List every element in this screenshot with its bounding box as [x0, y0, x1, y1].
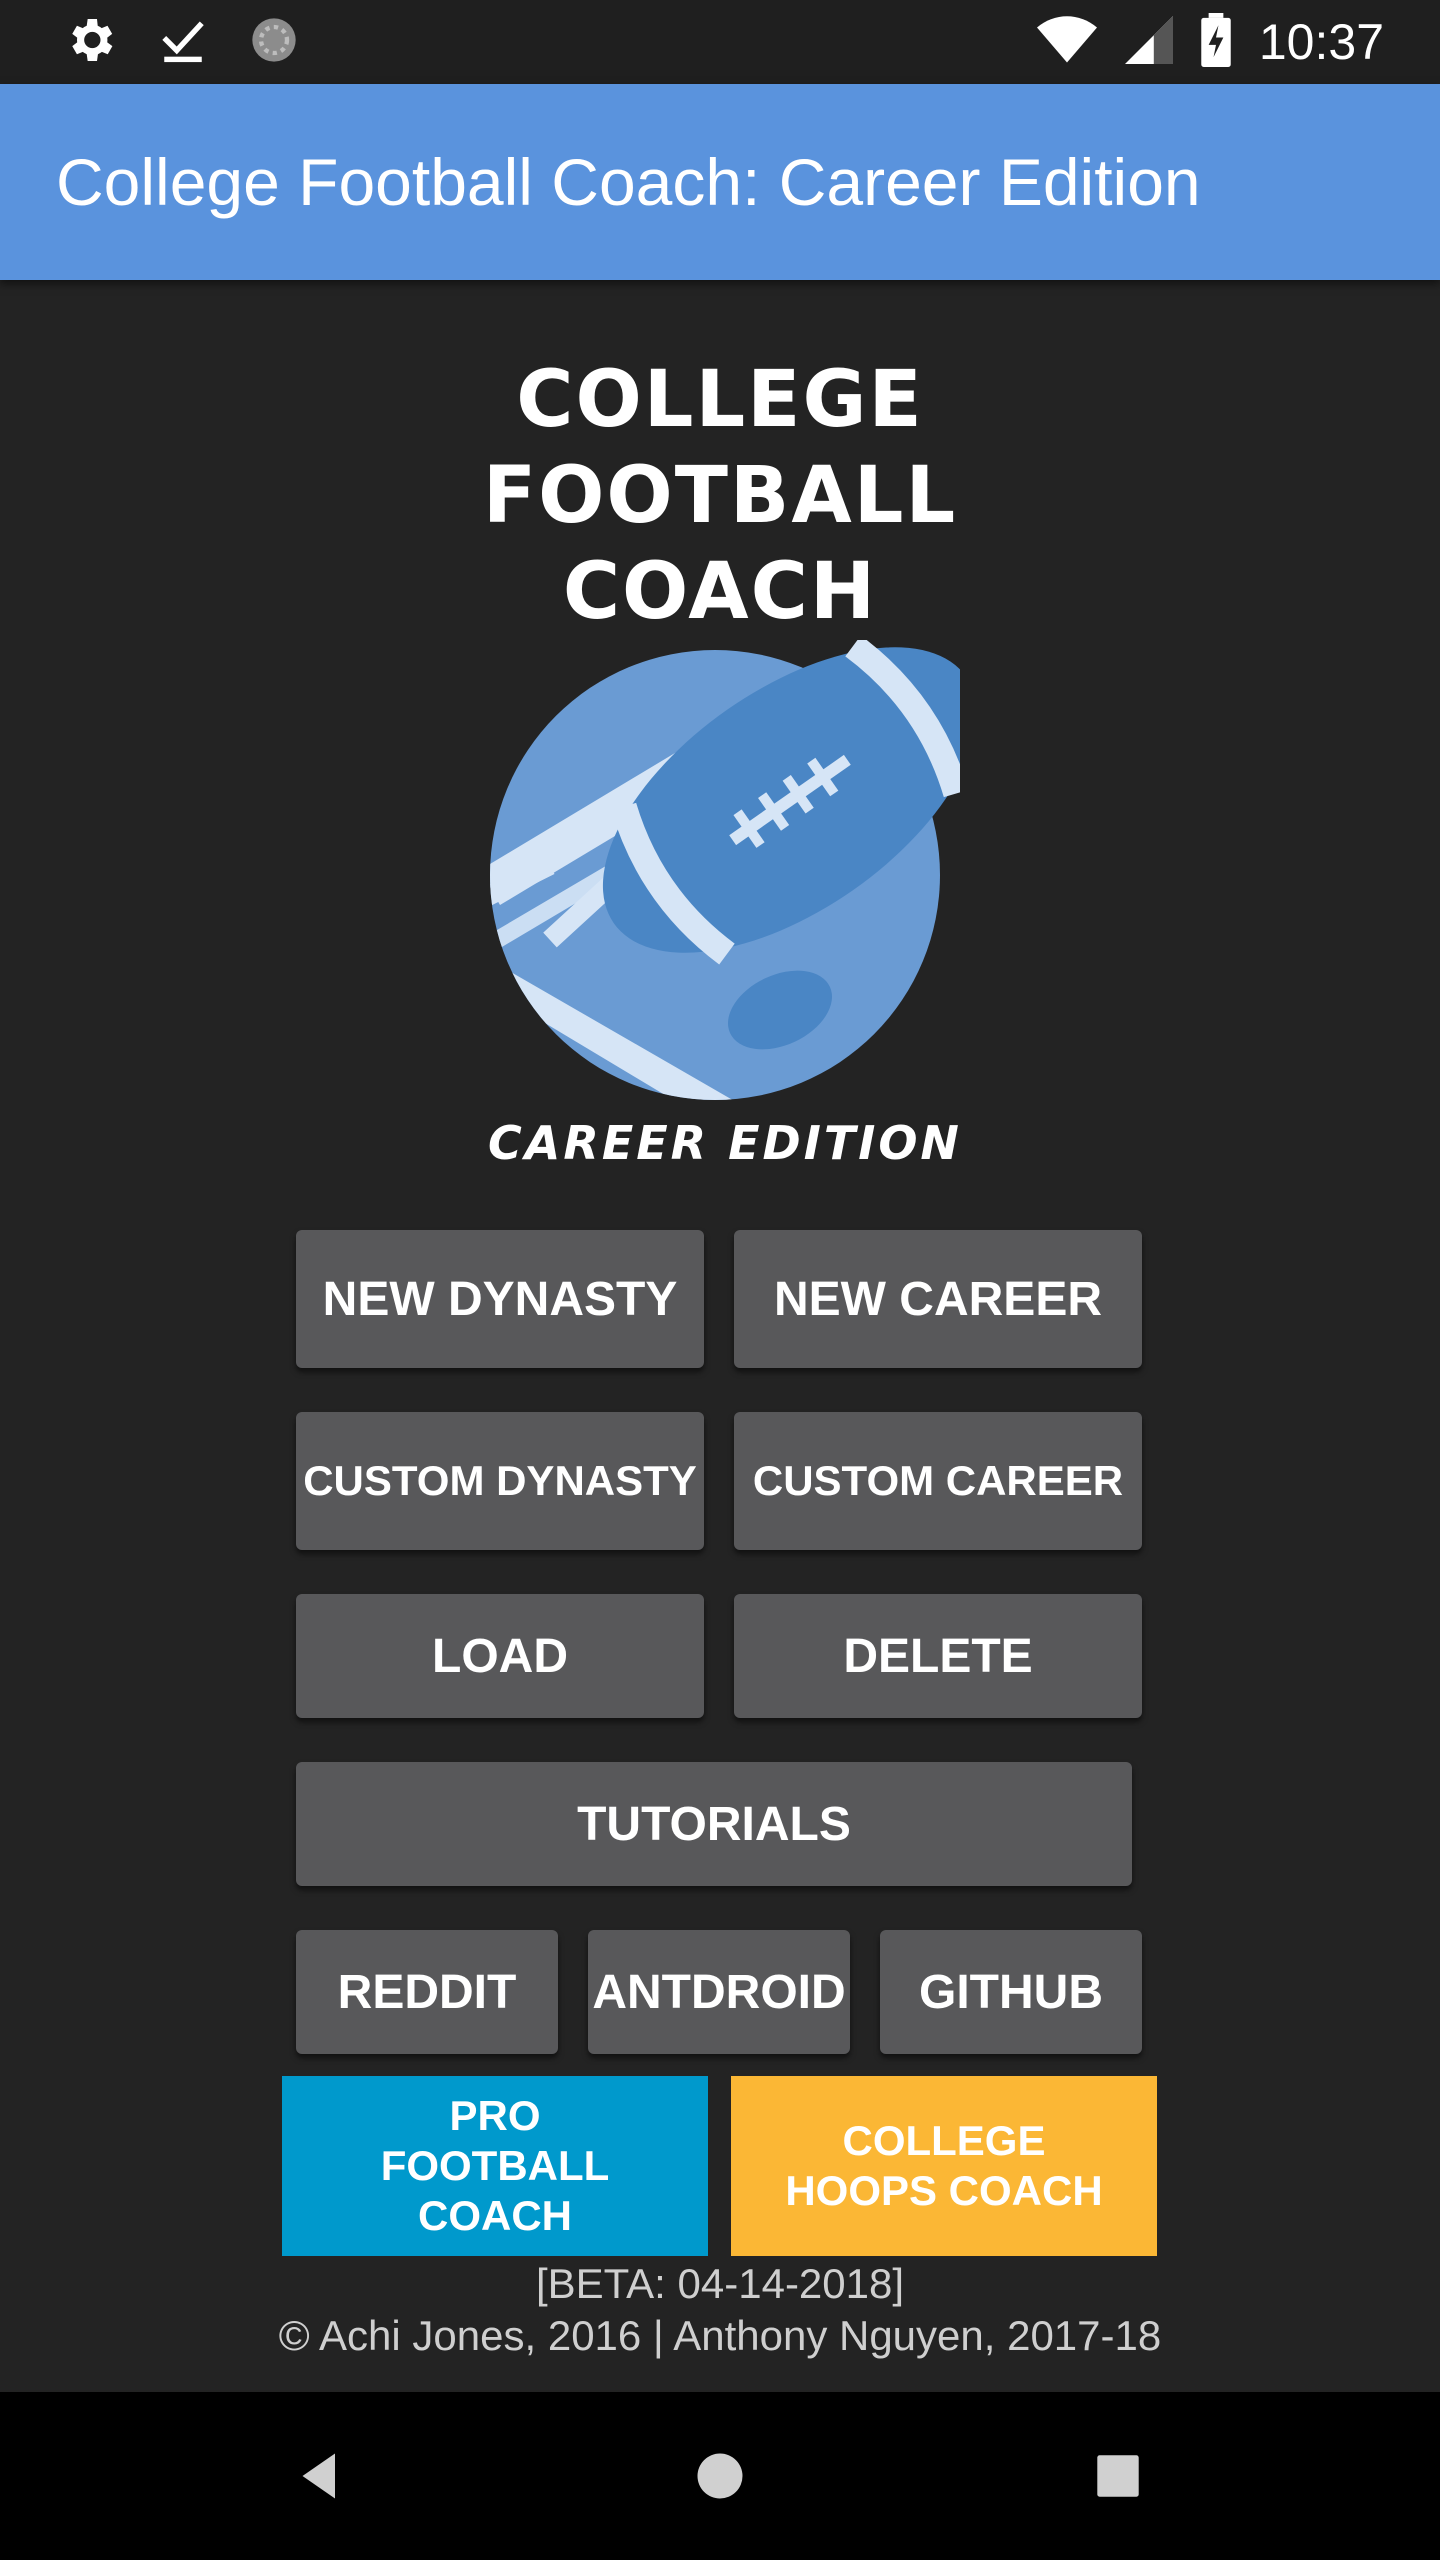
- app-bar: College Football Coach: Career Edition: [0, 84, 1440, 280]
- credits-text: © Achi Jones, 2016 | Anthony Nguyen, 201…: [278, 2312, 1162, 2359]
- navigation-bar: [0, 2392, 1440, 2560]
- football-logo-icon: [490, 640, 960, 1100]
- logo-subtitle: CAREER EDITION: [488, 1116, 962, 1170]
- loading-icon: [248, 14, 300, 71]
- new-dynasty-button[interactable]: NEW DYNASTY: [296, 1230, 704, 1368]
- download-done-icon: [158, 15, 208, 70]
- college-hoops-coach-button[interactable]: COLLEGE HOOPS COACH: [731, 2076, 1157, 2256]
- logo-line: COACH: [562, 547, 878, 637]
- logo-line: COLLEGE: [516, 355, 924, 445]
- new-career-button[interactable]: NEW CAREER: [734, 1230, 1142, 1368]
- pro-football-coach-label: PRO FOOTBALL COACH: [380, 2092, 610, 2239]
- custom-dynasty-button[interactable]: CUSTOM DYNASTY: [296, 1412, 704, 1550]
- version-text: [BETA: 04-14-2018]: [535, 2260, 905, 2307]
- college-hoops-coach-label: COLLEGE HOOPS COACH: [785, 2117, 1103, 2214]
- pro-football-coach-button[interactable]: PRO FOOTBALL COACH: [282, 2076, 708, 2256]
- reddit-button[interactable]: REDDIT: [296, 1930, 558, 2054]
- tutorials-button[interactable]: TUTORIALS: [296, 1762, 1132, 1886]
- custom-career-button[interactable]: CUSTOM CAREER: [734, 1412, 1142, 1550]
- github-button[interactable]: GITHUB: [880, 1930, 1142, 2054]
- signal-icon: [1124, 15, 1173, 70]
- recents-icon[interactable]: [1078, 2436, 1158, 2516]
- wifi-icon: [1036, 15, 1097, 70]
- antdroid-button[interactable]: ANTDROID: [588, 1930, 850, 2054]
- load-button[interactable]: LOAD: [296, 1594, 704, 1718]
- clock: 10:37: [1258, 14, 1384, 70]
- battery-charging-icon: [1201, 12, 1231, 72]
- app-title: College Football Coach: Career Edition: [56, 145, 1201, 219]
- home-icon[interactable]: [680, 2436, 760, 2516]
- settings-icon: [62, 12, 118, 73]
- logo-title: COLLEGE FOOTBALL COACH: [420, 352, 1020, 640]
- status-bar: 10:37: [0, 0, 1440, 84]
- back-icon[interactable]: [280, 2436, 360, 2516]
- logo-line: FOOTBALL: [482, 451, 958, 541]
- delete-button[interactable]: DELETE: [734, 1594, 1142, 1718]
